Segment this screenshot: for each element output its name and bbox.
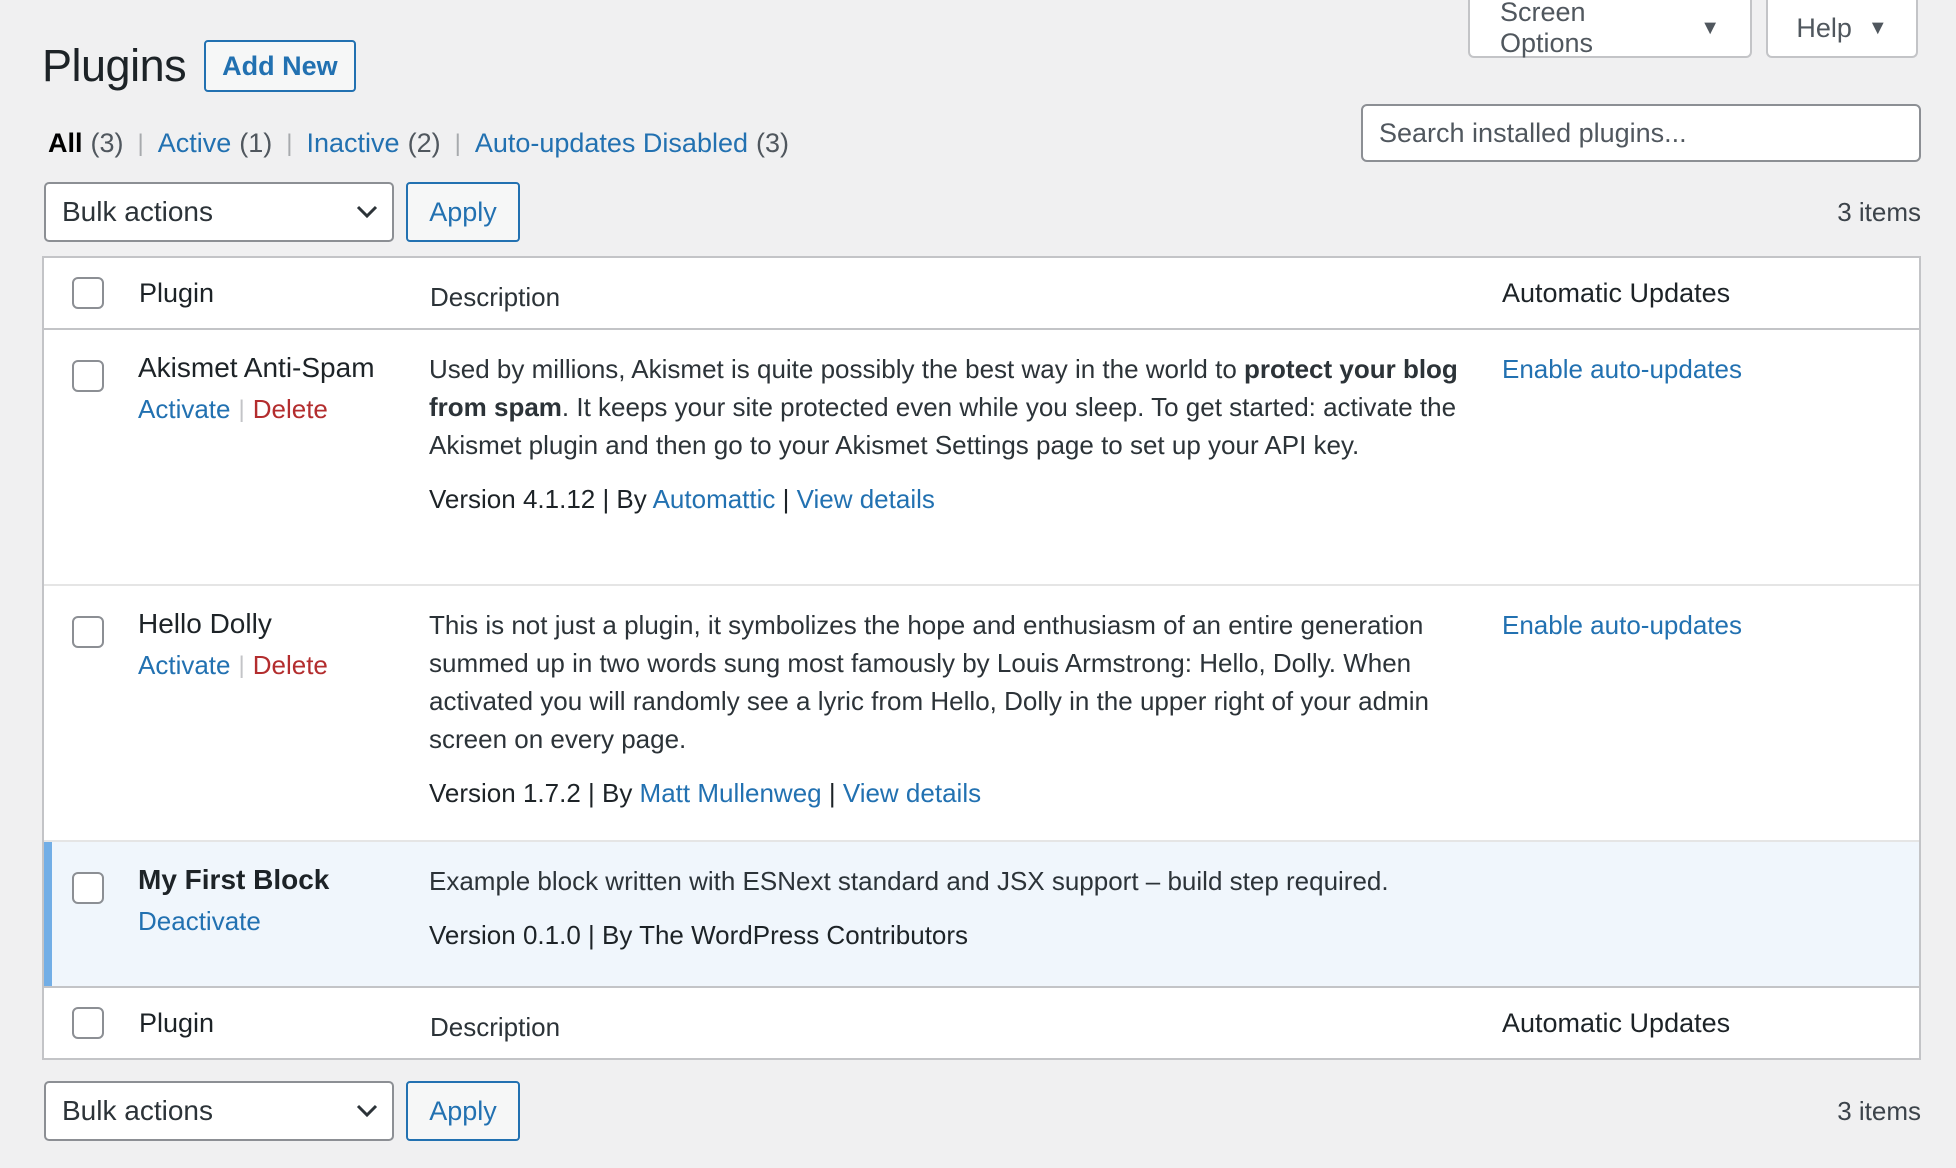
plugin-name: Hello Dolly	[138, 608, 272, 639]
screen-options-button[interactable]: Screen Options ▼	[1468, 0, 1752, 58]
bulk-actions-label: Bulk actions	[62, 1095, 213, 1126]
help-button[interactable]: Help ▼	[1766, 0, 1918, 58]
row-actions: Deactivate	[138, 906, 329, 937]
row-actions: Activate | Delete	[138, 394, 375, 425]
bulk-actions-label: Bulk actions	[62, 196, 213, 227]
view-details-link[interactable]: View details	[797, 484, 935, 514]
plugin-meta: Version 4.1.12 | By Automattic | View de…	[429, 480, 1469, 518]
row-checkbox[interactable]	[72, 616, 104, 648]
table-row-active: My First Block Deactivate Example block …	[44, 842, 1919, 986]
meta-separator: |	[775, 484, 797, 514]
column-header-automatic-updates: Automatic Updates	[1502, 277, 1731, 308]
filter-separator: |	[454, 129, 461, 157]
row-actions: Activate | Delete	[138, 650, 328, 681]
version-text: Version 1.7.2 | By	[429, 778, 640, 808]
filter-auto-updates-disabled[interactable]: Auto-updates Disabled	[475, 128, 748, 159]
activate-link[interactable]: Activate	[138, 394, 231, 425]
tablenav-bottom: Bulk actions Apply 3 items	[44, 1081, 1921, 1141]
chevron-down-icon	[356, 1104, 378, 1118]
plugin-meta: Version 0.1.0 | By The WordPress Contrib…	[429, 916, 1469, 954]
select-all-checkbox[interactable]	[72, 277, 104, 309]
activate-link[interactable]: Activate	[138, 650, 231, 681]
filter-auto-updates-disabled-count: (3)	[756, 128, 789, 158]
plugin-status-filters: All (3) | Active (1) | Inactive (2) | Au…	[48, 128, 789, 159]
enable-auto-updates-link[interactable]: Enable auto-updates	[1502, 610, 1742, 640]
tablenav-top: Bulk actions Apply 3 items	[44, 182, 1921, 242]
table-header: Plugin Description Automatic Updates	[44, 258, 1919, 330]
plugin-description: Used by millions, Akismet is quite possi…	[429, 350, 1469, 518]
bulk-actions-select-bottom[interactable]: Bulk actions	[44, 1081, 394, 1141]
table-row: Akismet Anti-Spam Activate | Delete Used…	[44, 330, 1919, 586]
author-link[interactable]: Automattic	[653, 484, 776, 514]
delete-link[interactable]: Delete	[253, 650, 328, 681]
description-text: This is not just a plugin, it symbolizes…	[429, 610, 1429, 754]
search-placeholder: Search installed plugins...	[1379, 117, 1687, 148]
column-header-plugin[interactable]: Plugin	[139, 278, 214, 309]
plugin-name: My First Block	[138, 864, 330, 895]
chevron-down-icon	[356, 205, 378, 219]
view-details-link[interactable]: View details	[843, 778, 981, 808]
column-footer-description: Description	[430, 1012, 561, 1042]
table-footer: Plugin Description Automatic Updates	[44, 986, 1919, 1058]
plugins-table: Plugin Description Automatic Updates Aki…	[42, 256, 1921, 1060]
bulk-actions-select[interactable]: Bulk actions	[44, 182, 394, 242]
row-checkbox[interactable]	[72, 360, 104, 392]
deactivate-link[interactable]: Deactivate	[138, 906, 261, 937]
author-link[interactable]: Matt Mullenweg	[640, 778, 822, 808]
filter-separator: |	[286, 129, 293, 157]
page-header: Plugins Add New	[42, 40, 356, 92]
delete-link[interactable]: Delete	[253, 394, 328, 425]
plugin-description: This is not just a plugin, it symbolizes…	[429, 606, 1469, 812]
page-title: Plugins	[42, 40, 187, 91]
filter-active-count: (1)	[239, 128, 273, 158]
column-footer-plugin[interactable]: Plugin	[139, 1008, 214, 1039]
version-text: Version 0.1.0 | By The WordPress Contrib…	[429, 920, 969, 950]
filter-active[interactable]: Active	[158, 128, 232, 159]
items-count: 3 items	[1837, 1095, 1921, 1126]
filter-separator: |	[137, 129, 144, 157]
auto-updates-cell: Enable auto-updates	[1502, 350, 1742, 388]
select-all-checkbox-footer[interactable]	[72, 1007, 104, 1039]
apply-button-bottom[interactable]: Apply	[406, 1081, 520, 1141]
description-text: Example block written with ESNext standa…	[429, 866, 1389, 896]
plugin-meta: Version 1.7.2 | By Matt Mullenweg | View…	[429, 774, 1469, 812]
column-header-description: Description	[430, 282, 561, 312]
table-row: Hello Dolly Activate | Delete This is no…	[44, 586, 1919, 842]
caret-down-icon: ▼	[1700, 16, 1720, 39]
screen-meta-links: Screen Options ▼ Help ▼	[1468, 0, 1918, 58]
filter-all-count: (3)	[90, 128, 124, 158]
description-text: Used by millions, Akismet is quite possi…	[429, 354, 1245, 384]
search-plugins-input[interactable]: Search installed plugins...	[1361, 104, 1921, 162]
add-new-button[interactable]: Add New	[204, 40, 356, 92]
items-count: 3 items	[1837, 196, 1921, 227]
enable-auto-updates-link[interactable]: Enable auto-updates	[1502, 354, 1742, 384]
column-footer-automatic-updates: Automatic Updates	[1502, 1007, 1731, 1038]
filter-inactive[interactable]: Inactive	[307, 128, 400, 159]
description-text: . It keeps your site protected even whil…	[429, 392, 1457, 460]
action-separator: |	[238, 395, 245, 423]
row-checkbox[interactable]	[72, 872, 104, 904]
caret-down-icon: ▼	[1867, 16, 1888, 39]
help-label: Help	[1796, 12, 1852, 43]
screen-options-label: Screen Options	[1500, 0, 1594, 58]
plugin-description: Example block written with ESNext standa…	[429, 862, 1469, 954]
filter-inactive-count: (2)	[407, 128, 441, 158]
version-text: Version 4.1.12 | By	[429, 484, 653, 514]
meta-separator: |	[821, 778, 843, 808]
filter-all[interactable]: All	[48, 128, 83, 159]
auto-updates-cell: Enable auto-updates	[1502, 606, 1742, 644]
apply-button[interactable]: Apply	[406, 182, 520, 242]
plugin-name: Akismet Anti-Spam	[138, 352, 375, 383]
action-separator: |	[238, 651, 245, 679]
